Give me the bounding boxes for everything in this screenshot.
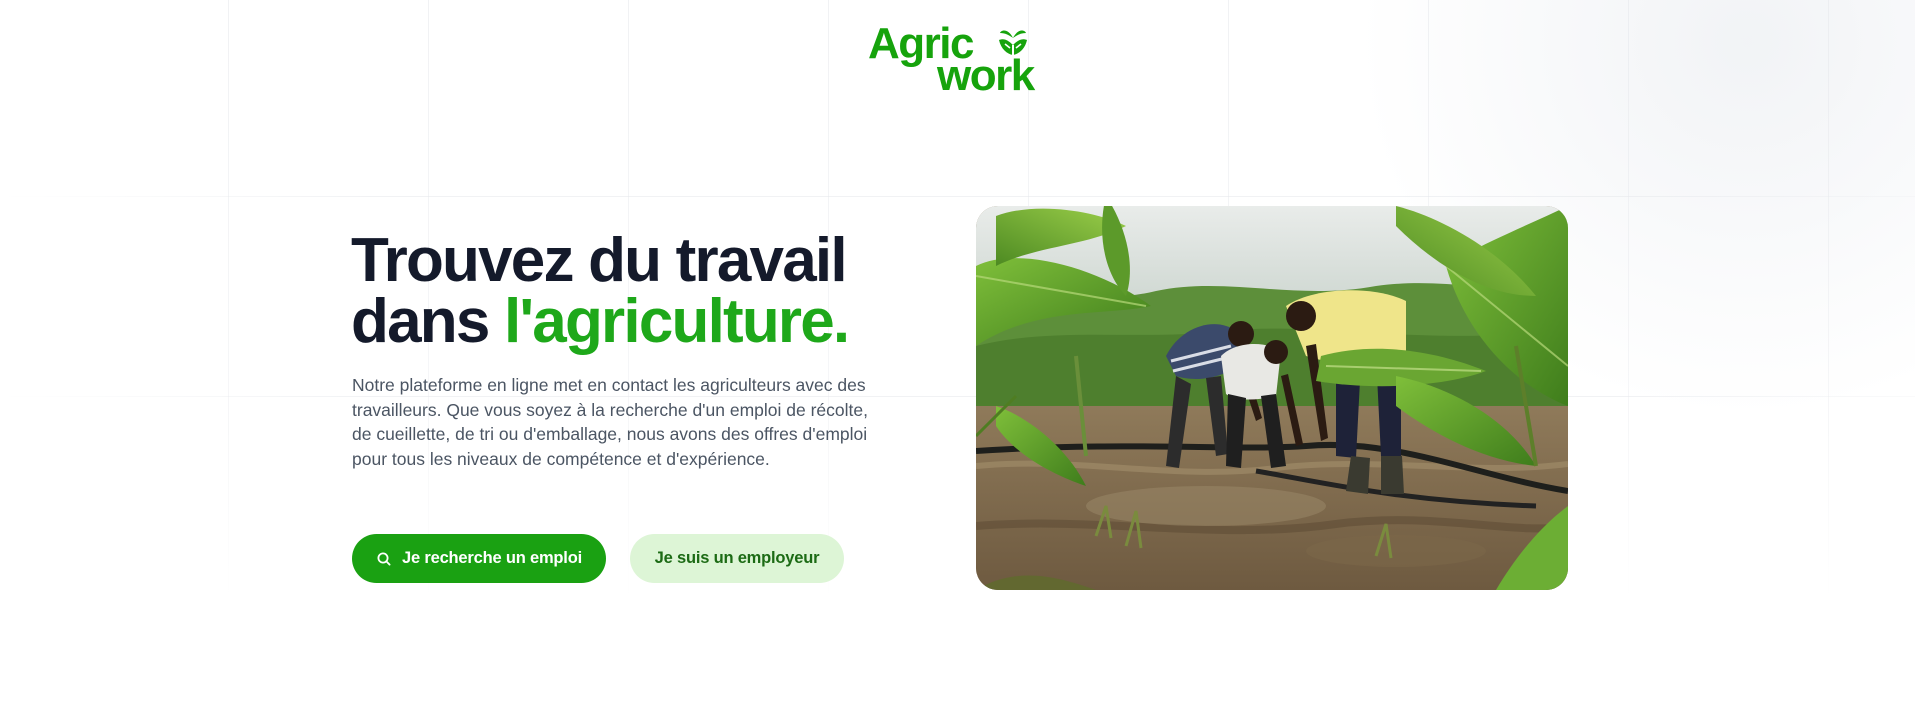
search-icon xyxy=(376,551,392,567)
employer-button[interactable]: Je suis un employeur xyxy=(630,534,844,583)
logo-text-work: work xyxy=(937,51,1035,100)
agricwork-logo[interactable]: Agric work xyxy=(866,22,1056,102)
hero-description: Notre plateforme en ligne met en contact… xyxy=(352,375,868,469)
hero-title: Trouvez du travail dans l'agriculture. xyxy=(351,230,911,353)
job-seeker-button[interactable]: Je recherche un emploi xyxy=(352,534,606,583)
landing-page: Agric work Trouvez du travail dans l'agr… xyxy=(0,0,1915,708)
employer-button-label: Je suis un employeur xyxy=(654,549,820,567)
hero-title-line1: Trouvez du travail xyxy=(351,226,848,295)
background-grid xyxy=(0,0,1915,708)
job-seeker-button-label: Je recherche un emploi xyxy=(402,549,582,567)
hero-title-line2-prefix: dans xyxy=(351,287,504,356)
hero-title-accent: l'agriculture. xyxy=(503,287,850,356)
farm-workers-photo xyxy=(976,206,1568,590)
